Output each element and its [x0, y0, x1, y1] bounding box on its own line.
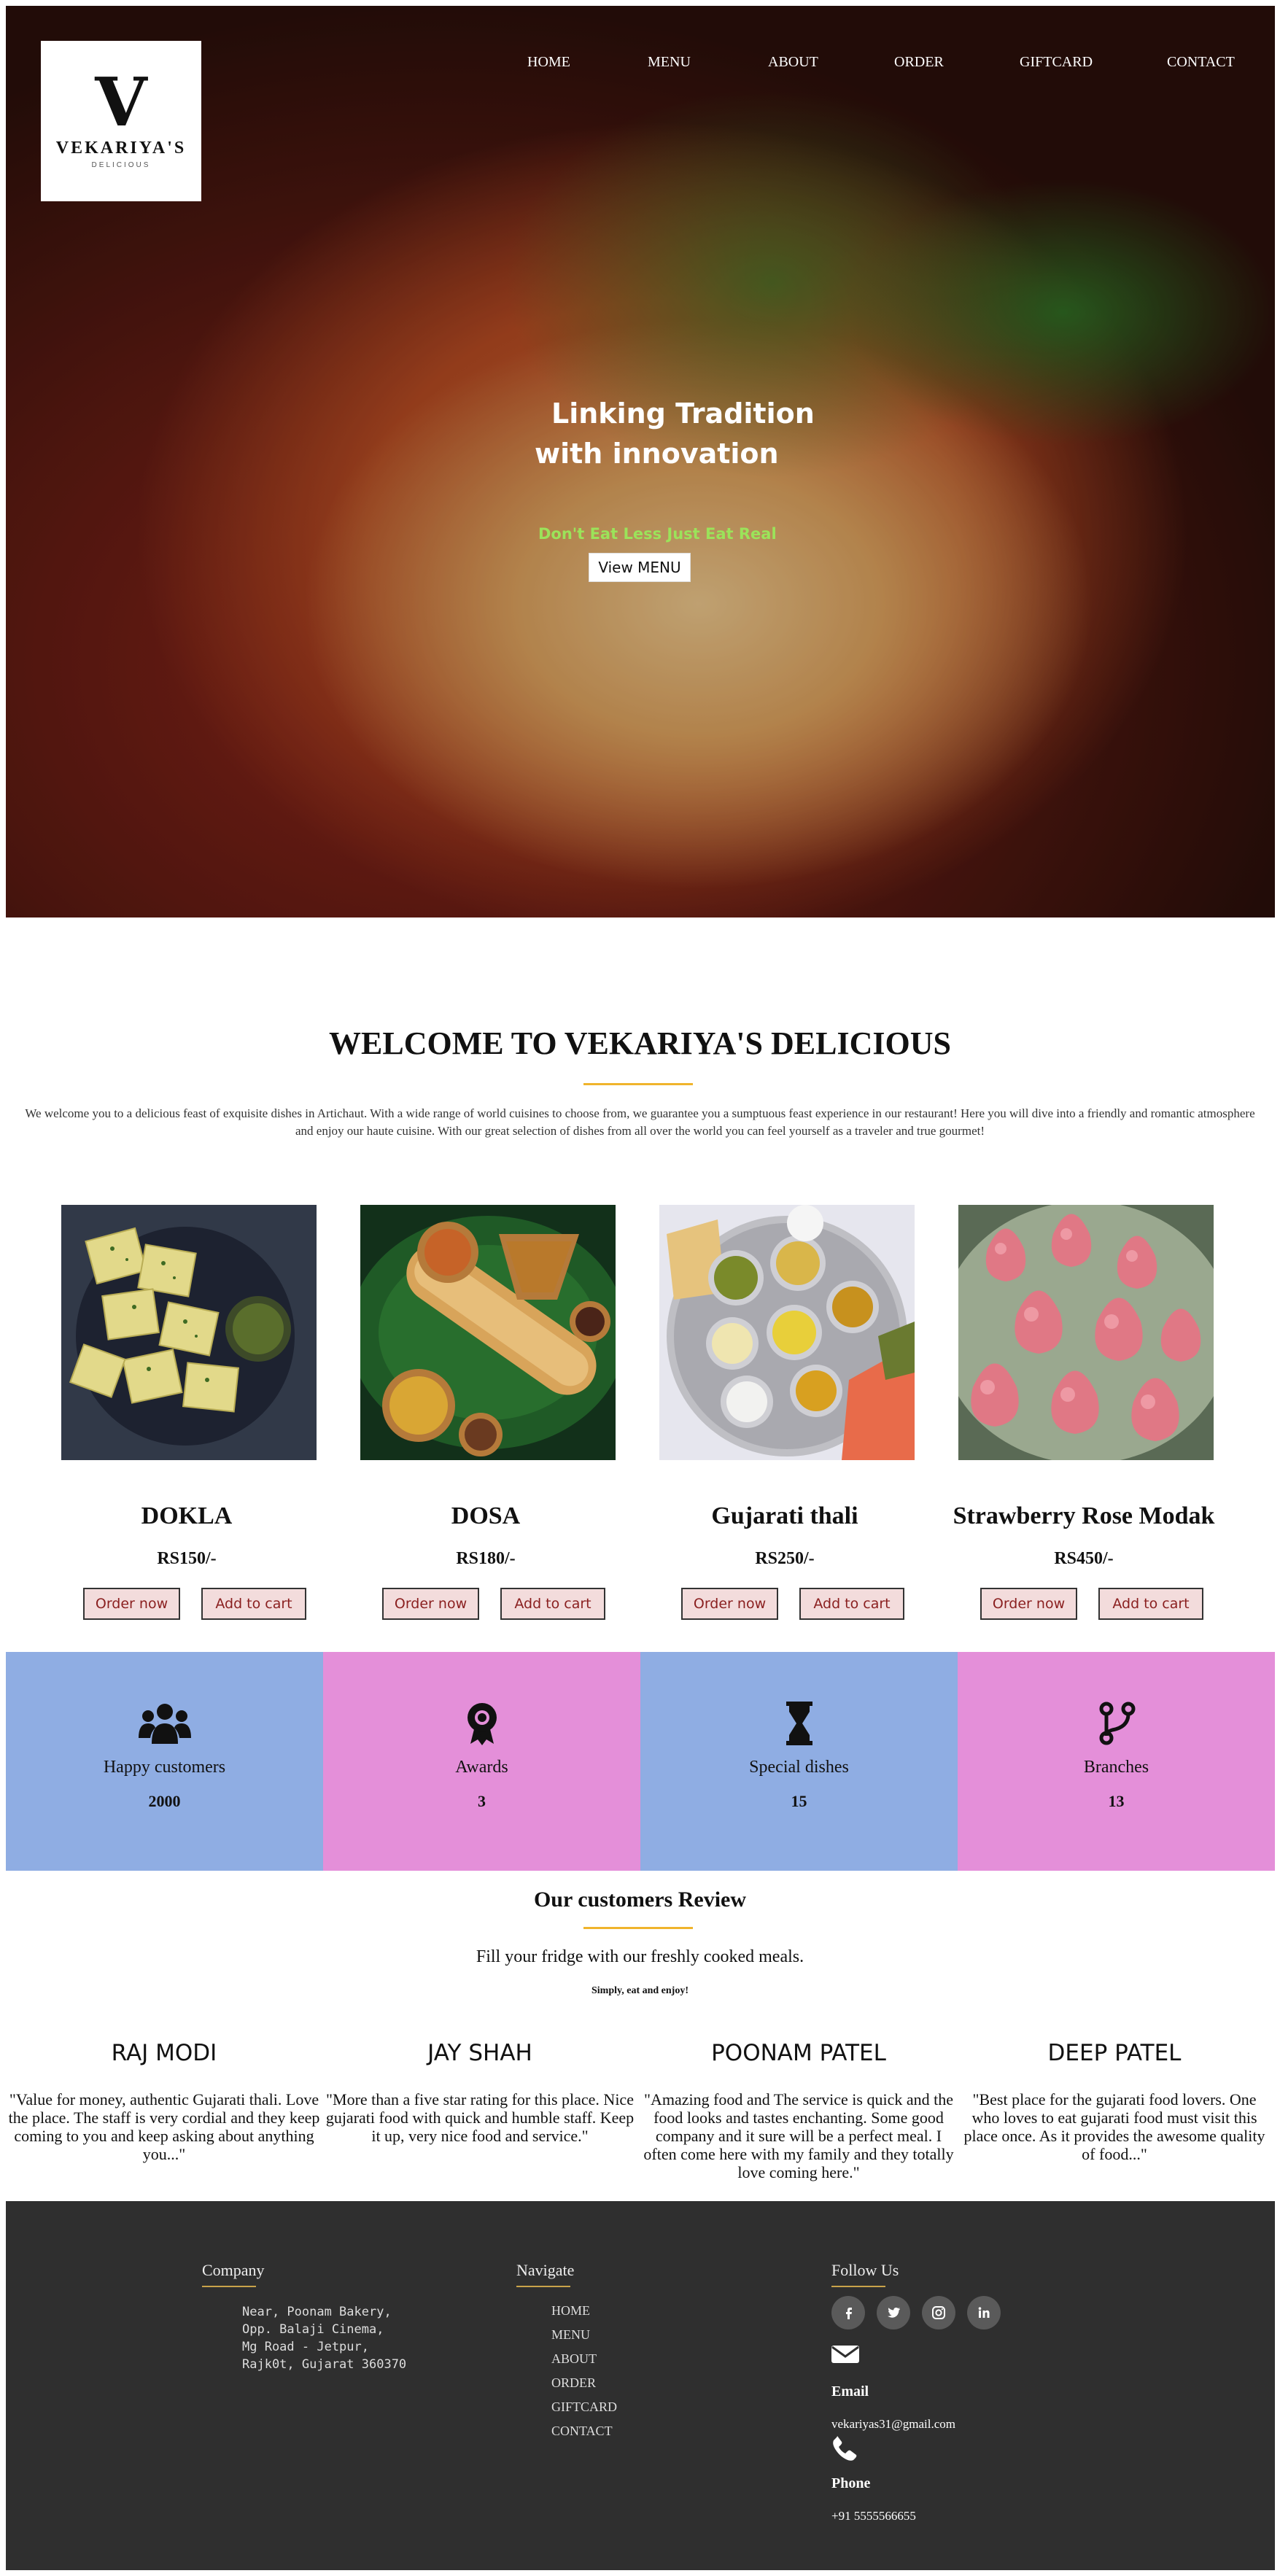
stat-label: Branches	[1083, 1758, 1149, 1777]
nav-giftcard[interactable]: GIFTCARD	[1020, 54, 1093, 71]
footer-link-about[interactable]: ABOUT	[551, 2351, 597, 2367]
order-now-button[interactable]: Order now	[382, 1588, 479, 1620]
add-to-cart-button[interactable]: Add to cart	[799, 1588, 904, 1620]
footer-link-home[interactable]: HOME	[551, 2303, 590, 2319]
stat-label: Awards	[455, 1758, 508, 1777]
hero-banner: V VEKARIYA'S DELICIOUS HOME MENU ABOUT O…	[6, 6, 1275, 917]
stat-value: 15	[791, 1792, 807, 1810]
envelope-icon	[831, 2344, 859, 2368]
review-quote: "Value for money, authentic Gujarati tha…	[8, 2090, 320, 2163]
hourglass-icon	[773, 1702, 826, 1745]
reviews-divider	[583, 1927, 693, 1929]
email-value[interactable]: vekariyas31@gmail.com	[831, 2417, 955, 2432]
gujarati-thali-image	[659, 1205, 915, 1460]
logo-mark: V	[95, 63, 147, 141]
reviews-tagline: Simply, eat and enjoy!	[591, 1985, 689, 1996]
nav-contact[interactable]: CONTACT	[1167, 54, 1235, 71]
footer-navigate-title: Navigate	[516, 2261, 575, 2279]
dish-name-dosa: DOSA	[451, 1502, 521, 1529]
footer: Company Near, Poonam Bakery, Opp. Balaji…	[6, 2201, 1275, 2570]
view-menu-button[interactable]: View MENU	[589, 553, 691, 582]
footer-divider	[831, 2286, 885, 2287]
order-now-button[interactable]: Order now	[980, 1588, 1077, 1620]
dosa-image	[360, 1205, 616, 1460]
nav-about[interactable]: ABOUT	[768, 54, 818, 71]
hero-headline-2: with innovation	[535, 438, 779, 470]
reviewer-name: DEEP PATEL	[1047, 2040, 1182, 2066]
footer-address: Near, Poonam Bakery, Opp. Balaji Cinema,…	[242, 2305, 407, 2372]
email-label: Email	[831, 2383, 869, 2400]
stat-label: Special dishes	[749, 1758, 849, 1777]
dish-price-dokla: RS150/-	[157, 1549, 217, 1568]
footer-divider	[202, 2286, 256, 2287]
stat-value: 2000	[148, 1792, 181, 1810]
code-branch-icon	[1090, 1702, 1143, 1745]
order-now-button[interactable]: Order now	[681, 1588, 778, 1620]
order-now-button[interactable]: Order now	[83, 1588, 180, 1620]
strawberry-modak-image	[958, 1205, 1214, 1460]
nav-order[interactable]: ORDER	[894, 54, 944, 71]
stat-label: Happy customers	[103, 1758, 226, 1777]
footer-link-menu[interactable]: MENU	[551, 2327, 590, 2343]
review-quote: "Best place for the gujarati food lovers…	[963, 2090, 1265, 2163]
stat-value: 3	[478, 1792, 486, 1810]
footer-divider	[516, 2286, 570, 2287]
dish-price-dosa: RS180/-	[456, 1549, 516, 1568]
dish-name-strawberry-modak: Strawberry Rose Modak	[953, 1502, 1215, 1529]
stat-happy-customers: Happy customers 2000	[6, 1652, 323, 1871]
dokla-image	[61, 1205, 317, 1460]
welcome-divider	[583, 1083, 693, 1085]
logo[interactable]: V VEKARIYA'S DELICIOUS	[41, 41, 201, 201]
twitter-icon[interactable]	[877, 2296, 910, 2329]
dish-name-gujarati-thali: Gujarati thali	[711, 1502, 858, 1529]
logo-name: VEKARIYA'S	[55, 139, 187, 158]
dish-name-dokla: DOKLA	[141, 1502, 233, 1529]
reviews-title: Our customers Review	[533, 1888, 747, 1912]
add-to-cart-button[interactable]: Add to cart	[500, 1588, 605, 1620]
review-quote: "More than a five star rating for this p…	[325, 2090, 635, 2145]
phone-icon	[831, 2435, 858, 2464]
footer-link-contact[interactable]: CONTACT	[551, 2424, 613, 2439]
welcome-title: WELCOME TO VEKARIYA'S DELICIOUS	[329, 1025, 951, 1061]
dish-price-strawberry-modak: RS450/-	[1054, 1549, 1114, 1568]
dish-price-gujarati-thali: RS250/-	[755, 1549, 815, 1568]
hero-tagline: Don't Eat Less Just Eat Real	[538, 525, 777, 543]
stat-value: 13	[1108, 1792, 1125, 1810]
instagram-icon[interactable]	[922, 2296, 955, 2329]
stat-awards: Awards 3	[323, 1652, 640, 1871]
hero-headline-1: Linking Tradition	[551, 397, 815, 430]
welcome-text: We welcome you to a delicious feast of e…	[25, 1106, 1255, 1138]
linkedin-icon[interactable]	[967, 2296, 1001, 2329]
facebook-icon[interactable]	[831, 2296, 865, 2329]
users-icon	[138, 1702, 191, 1745]
reviewer-name: RAJ MODI	[111, 2040, 217, 2066]
award-icon	[456, 1702, 508, 1745]
stat-branches: Branches 13	[958, 1652, 1275, 1871]
footer-follow-title: Follow Us	[831, 2261, 899, 2279]
logo-sub: DELICIOUS	[91, 161, 151, 169]
stat-special-dishes: Special dishes 15	[640, 1652, 958, 1871]
footer-link-order[interactable]: ORDER	[551, 2375, 596, 2391]
review-quote: "Amazing food and The service is quick a…	[643, 2090, 954, 2181]
nav-home[interactable]: HOME	[527, 54, 570, 71]
phone-label: Phone	[831, 2475, 871, 2491]
footer-link-giftcard[interactable]: GIFTCARD	[551, 2400, 617, 2415]
add-to-cart-button[interactable]: Add to cart	[1098, 1588, 1203, 1620]
footer-company-title: Company	[202, 2261, 265, 2279]
add-to-cart-button[interactable]: Add to cart	[201, 1588, 306, 1620]
reviewer-name: JAY SHAH	[427, 2040, 532, 2066]
reviewer-name: POONAM PATEL	[711, 2040, 886, 2066]
reviews-subtitle: Fill your fridge with our freshly cooked…	[476, 1947, 804, 1966]
nav-menu[interactable]: MENU	[648, 54, 691, 71]
phone-value[interactable]: +91 5555566655	[831, 2509, 916, 2523]
